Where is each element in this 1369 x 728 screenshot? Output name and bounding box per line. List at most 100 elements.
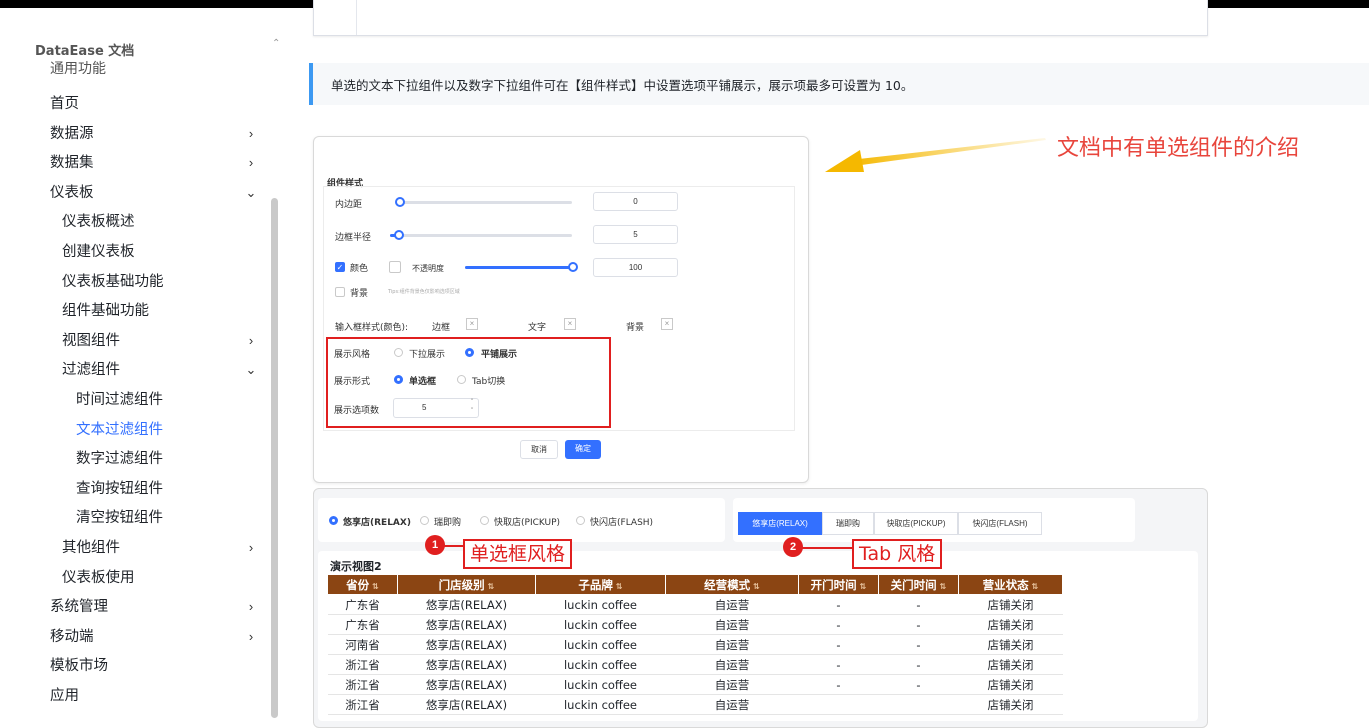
tip-note-text: 单选的文本下拉组件以及数字下拉组件可在【组件样式】中设置选项平铺展示，展示项最多…	[331, 78, 914, 93]
radio-option-dot[interactable]	[329, 516, 338, 525]
bg-color-swatch[interactable]: ×	[661, 318, 673, 330]
radio-option-dot[interactable]	[420, 516, 429, 525]
tip-note: 单选的文本下拉组件以及数字下拉组件可在【组件样式】中设置选项平铺展示，展示项最多…	[309, 63, 1369, 105]
padding-input[interactable]: 0	[593, 192, 678, 211]
sidebar-item[interactable]: 其他组件	[62, 534, 120, 562]
sidebar-item[interactable]: 首页	[50, 90, 79, 118]
sidebar-item[interactable]: 仪表板使用	[62, 564, 135, 592]
table-cell: 自运营	[665, 594, 799, 615]
text-color-swatch[interactable]: ×	[564, 318, 576, 330]
sort-icon[interactable]: ⇅	[753, 582, 760, 591]
sidebar-item[interactable]: 数据源	[50, 120, 94, 148]
radius-slider[interactable]	[390, 234, 572, 237]
table-cell: luckin coffee	[535, 634, 666, 655]
table-cell: luckin coffee	[535, 674, 666, 695]
opacity-slider-knob[interactable]	[568, 262, 578, 272]
chevron-right-icon[interactable]: ›	[245, 149, 257, 177]
cancel-button[interactable]: 取消	[520, 440, 558, 459]
annotation-line-1	[444, 545, 464, 547]
table-cell: 悠享店(RELAX)	[397, 654, 536, 675]
column-title: 经营模式	[704, 577, 751, 592]
background-checkbox[interactable]	[335, 287, 345, 297]
sidebar-item[interactable]: 仪表板概述	[62, 208, 135, 236]
radio-option-label[interactable]: 快取店(PICKUP)	[494, 515, 560, 528]
chevron-down-icon[interactable]: ⌄	[245, 179, 257, 207]
sidebar-item[interactable]: 仪表板	[50, 179, 94, 207]
confirm-button[interactable]: 确定	[565, 440, 601, 459]
table-cell: 悠享店(RELAX)	[397, 594, 536, 615]
radio-option-label[interactable]: 瑞即购	[434, 515, 461, 528]
tab-option[interactable]: 快取店(PICKUP)	[874, 512, 958, 535]
tab-option[interactable]: 瑞即购	[822, 512, 874, 535]
annotation-tag-radio: 单选框风格	[463, 539, 573, 569]
color-checkbox[interactable]: ✓	[335, 262, 345, 272]
sort-icon[interactable]: ⇅	[372, 582, 379, 591]
radio-option-dot[interactable]	[576, 516, 585, 525]
tab-option[interactable]: 悠享店(RELAX)	[738, 512, 822, 535]
bg-color-label: 背景	[626, 323, 645, 333]
chevron-right-icon[interactable]: ›	[245, 120, 257, 148]
sidebar-item[interactable]: 数据集	[50, 149, 94, 177]
table-header-cell[interactable]: 开门时间 ⇅	[798, 574, 879, 595]
sidebar-item[interactable]: 查询按钮组件	[76, 475, 163, 503]
table-cell: 店铺关闭	[958, 674, 1063, 695]
padding-slider[interactable]	[400, 201, 572, 204]
table-cell: 自运营	[665, 654, 799, 675]
radius-input[interactable]: 5	[593, 225, 678, 244]
sidebar-item[interactable]: 文本过滤组件	[76, 416, 163, 444]
sidebar-brand[interactable]: DataEase 文档	[35, 40, 134, 59]
padding-slider-knob[interactable]	[395, 197, 405, 207]
sidebar-item[interactable]: 过滤组件	[62, 356, 120, 384]
table-cell: 店铺关闭	[958, 594, 1063, 615]
table-cell: -	[878, 674, 959, 695]
radio-option-label[interactable]: 快闪店(FLASH)	[590, 515, 653, 528]
chevron-right-icon[interactable]: ›	[245, 623, 257, 651]
data-table: 省份 ⇅ 门店级别 ⇅ 子品牌 ⇅ 经营模式 ⇅ 开门时间 ⇅ 关门时间 ⇅ 营业状态 ⇅ 广东省 悠享店(…	[327, 574, 1063, 715]
table-header-cell[interactable]: 关门时间 ⇅	[878, 574, 959, 595]
table-cell: 广东省	[327, 594, 398, 615]
collapse-caret-icon[interactable]: ⌃	[272, 38, 280, 49]
sidebar-item[interactable]: 模板市场	[50, 652, 108, 680]
sidebar-scrollbar[interactable]	[271, 198, 278, 718]
sort-icon[interactable]: ⇅	[488, 582, 495, 591]
sidebar-item[interactable]: 仪表板基础功能	[62, 268, 164, 296]
sidebar-item[interactable]: 移动端	[50, 623, 94, 651]
sidebar-item[interactable]: 创建仪表板	[62, 238, 135, 266]
opacity-input[interactable]: 100	[593, 258, 678, 277]
column-title: 子品牌	[578, 577, 613, 592]
sidebar-item[interactable]: 系统管理	[50, 593, 108, 621]
table-header-cell[interactable]: 子品牌 ⇅	[535, 574, 666, 595]
table-cell: 广东省	[327, 614, 398, 635]
table-header-cell[interactable]: 经营模式 ⇅	[665, 574, 799, 595]
sidebar-item[interactable]: 应用	[50, 682, 79, 710]
sort-icon[interactable]: ⇅	[616, 582, 623, 591]
table-header-cell[interactable]: 省份 ⇅	[327, 574, 398, 595]
sort-icon[interactable]: ⇅	[860, 582, 867, 591]
column-title: 门店级别	[438, 577, 485, 592]
sort-icon[interactable]: ⇅	[940, 582, 947, 591]
radio-option-label[interactable]: 悠享店(RELAX)	[343, 515, 411, 528]
table-cell: 悠享店(RELAX)	[397, 614, 536, 635]
color-label: 颜色	[350, 264, 369, 274]
border-color-swatch[interactable]: ×	[466, 318, 478, 330]
chevron-down-icon[interactable]: ⌄	[245, 356, 257, 384]
table-cell: -	[798, 674, 879, 695]
sidebar-item[interactable]: 时间过滤组件	[76, 386, 163, 414]
sort-icon[interactable]: ⇅	[1032, 582, 1039, 591]
sidebar-item[interactable]: 清空按钮组件	[76, 504, 163, 532]
annotation-badge-1: 1	[425, 535, 445, 555]
sidebar-item-cut[interactable]: 通用功能	[50, 58, 106, 74]
column-title: 营业状态	[982, 577, 1029, 592]
chevron-right-icon[interactable]: ›	[245, 534, 257, 562]
radio-option-dot[interactable]	[480, 516, 489, 525]
table-header-cell[interactable]: 营业状态 ⇅	[958, 574, 1063, 595]
color-swatch[interactable]	[389, 261, 401, 273]
background-hint: Tips:组件背景色仅影响选项区域	[388, 289, 460, 295]
sidebar-item[interactable]: 数字过滤组件	[76, 445, 163, 473]
chevron-right-icon[interactable]: ›	[245, 327, 257, 355]
table-header-cell[interactable]: 门店级别 ⇅	[397, 574, 536, 595]
sidebar-item[interactable]: 组件基础功能	[62, 297, 149, 325]
tab-option[interactable]: 快闪店(FLASH)	[958, 512, 1042, 535]
chevron-right-icon[interactable]: ›	[245, 593, 257, 621]
sidebar-item[interactable]: 视图组件	[62, 327, 120, 355]
